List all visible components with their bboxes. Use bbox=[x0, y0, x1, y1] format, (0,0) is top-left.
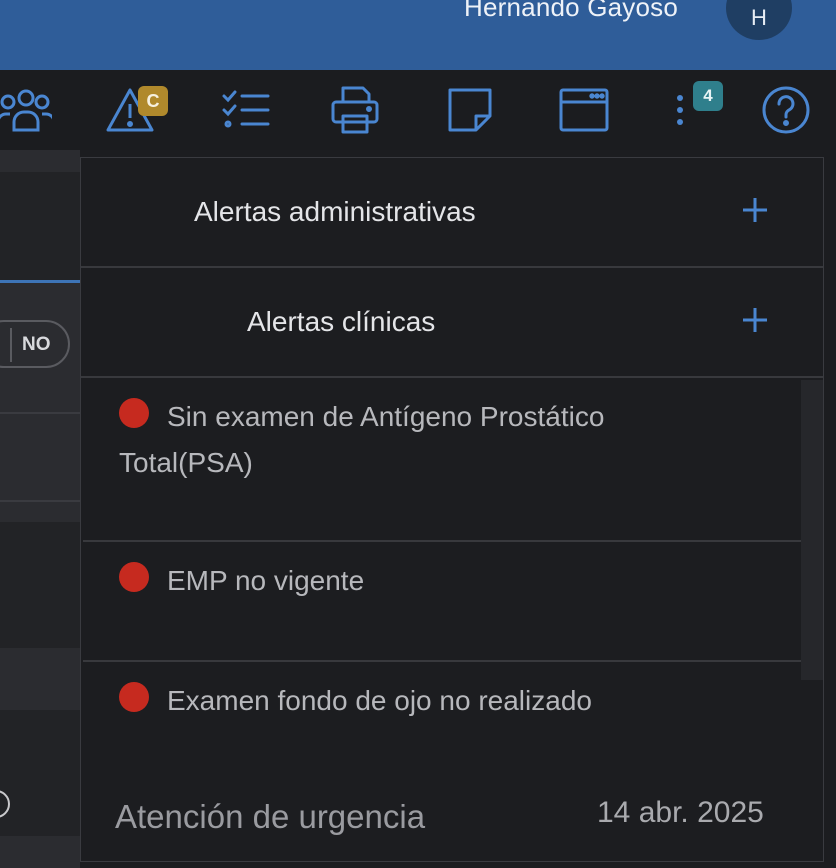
clinical-alerts-title: Alertas clínicas bbox=[247, 306, 436, 337]
encounter-type-label: Atención de urgencia bbox=[115, 798, 426, 835]
panel-band bbox=[0, 172, 80, 280]
toggle-no-label: NO bbox=[22, 334, 51, 355]
app-header: Hernando Gayoso H bbox=[0, 0, 836, 70]
divider bbox=[0, 500, 80, 502]
divider bbox=[0, 412, 80, 414]
alert-text: Examen fondo de ojo no realizado bbox=[167, 685, 592, 716]
checklist-icon[interactable] bbox=[220, 84, 272, 136]
encounter-date: 14 abr. 2025 bbox=[597, 796, 764, 829]
expand-plus-icon[interactable] bbox=[741, 306, 769, 334]
panel-band bbox=[0, 710, 80, 836]
clinical-alert-item: Examen fondo de ojo no realizado bbox=[83, 662, 801, 762]
more-badge: 4 bbox=[693, 81, 723, 111]
user-avatar[interactable]: H bbox=[726, 0, 792, 40]
expand-plus-icon[interactable] bbox=[741, 196, 769, 224]
yes-no-toggle[interactable]: NO bbox=[0, 320, 70, 368]
panel-band bbox=[0, 522, 80, 648]
clinical-alert-item: Sin examen de Antígeno Prostático Total(… bbox=[83, 378, 801, 542]
alerts-popover: Alertas administrativas Alertas clínicas… bbox=[80, 157, 824, 862]
toggle-divider bbox=[10, 328, 12, 362]
sticky-note-icon[interactable] bbox=[444, 84, 496, 136]
alert-text: Sin examen de Antígeno Prostático Total(… bbox=[119, 401, 605, 478]
help-icon[interactable] bbox=[760, 84, 812, 136]
printer-icon[interactable] bbox=[329, 84, 381, 136]
active-tab-indicator bbox=[0, 280, 80, 283]
browser-window-icon[interactable] bbox=[558, 84, 610, 136]
users-icon[interactable] bbox=[0, 84, 52, 136]
clinical-alert-item: EMP no vigente bbox=[83, 542, 801, 662]
user-name[interactable]: Hernando Gayoso bbox=[464, 0, 678, 23]
alert-text: EMP no vigente bbox=[167, 565, 365, 596]
scrollbar[interactable] bbox=[801, 380, 823, 680]
admin-alerts-row[interactable]: Alertas administrativas bbox=[81, 158, 823, 268]
clinical-alerts-row[interactable]: Alertas clínicas bbox=[81, 268, 823, 378]
alert-badge: C bbox=[138, 86, 168, 116]
background-panel: NO bbox=[0, 150, 80, 868]
admin-alerts-title: Alertas administrativas bbox=[194, 196, 476, 227]
